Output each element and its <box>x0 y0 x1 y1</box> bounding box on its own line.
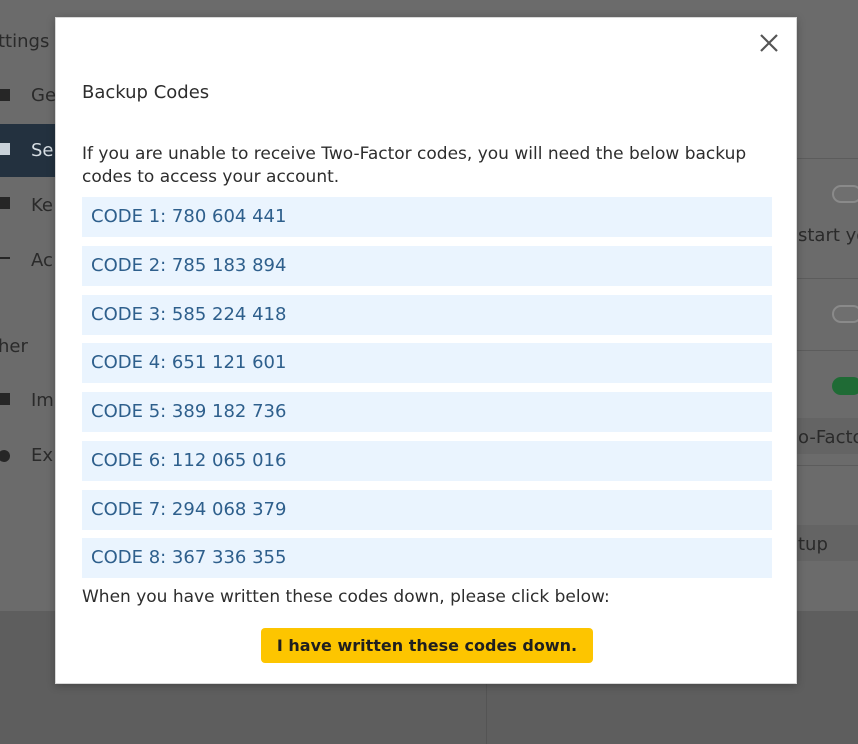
account-icon <box>0 257 10 259</box>
backup-code-item: CODE 5: 389 182 736 <box>82 392 772 432</box>
background-two-factor-text: o-Facto <box>798 427 858 448</box>
backup-code-item: CODE 4: 651 121 601 <box>82 343 772 384</box>
backup-code-item: CODE 7: 294 068 379 <box>82 489 772 530</box>
sidebar-item-general: Ge <box>31 85 57 106</box>
sidebar-item-security: Se <box>31 140 54 161</box>
backup-code-item: CODE 8: 367 336 355 <box>82 538 772 579</box>
background-toggle <box>832 185 858 203</box>
other-heading: her <box>0 336 28 357</box>
sidebar-item-keys: Ke <box>31 195 53 216</box>
close-button[interactable] <box>756 30 782 56</box>
dialog-description: If you are unable to receive Two-Factor … <box>82 144 747 187</box>
background-divider-line <box>796 465 858 466</box>
backup-code-item: CODE 3: 585 224 418 <box>82 294 772 335</box>
dialog-title: Backup Codes <box>82 82 210 103</box>
general-icon <box>0 89 10 101</box>
background-toggle <box>832 305 858 323</box>
dialog-instruction: When you have written these codes down, … <box>82 587 610 607</box>
background-divider-line <box>796 158 858 159</box>
security-icon <box>0 143 10 155</box>
keys-icon <box>0 197 10 209</box>
sidebar-item-import: Im <box>31 390 54 411</box>
background-divider-line <box>796 350 858 351</box>
backup-codes-dialog: Backup Codes If you are unable to receiv… <box>55 17 797 684</box>
background-divider-line <box>796 278 858 279</box>
backup-code-item: CODE 1: 780 604 441 <box>82 197 772 237</box>
confirm-codes-written-button[interactable]: I have written these codes down. <box>261 628 593 663</box>
import-icon <box>0 393 10 405</box>
backup-code-item: CODE 6: 112 065 016 <box>82 440 772 481</box>
sidebar-item-export: Ex <box>31 445 54 466</box>
background-toggle-on <box>832 377 858 395</box>
backup-code-list: CODE 1: 780 604 441 CODE 2: 785 183 894 … <box>82 197 772 587</box>
background-start-text: start yo <box>798 225 858 246</box>
backup-code-item: CODE 2: 785 183 894 <box>82 245 772 286</box>
background-setup-text: tup <box>798 534 828 555</box>
settings-heading: ttings <box>0 31 50 52</box>
close-icon <box>760 34 778 52</box>
sidebar-item-account: Ac <box>31 250 53 271</box>
